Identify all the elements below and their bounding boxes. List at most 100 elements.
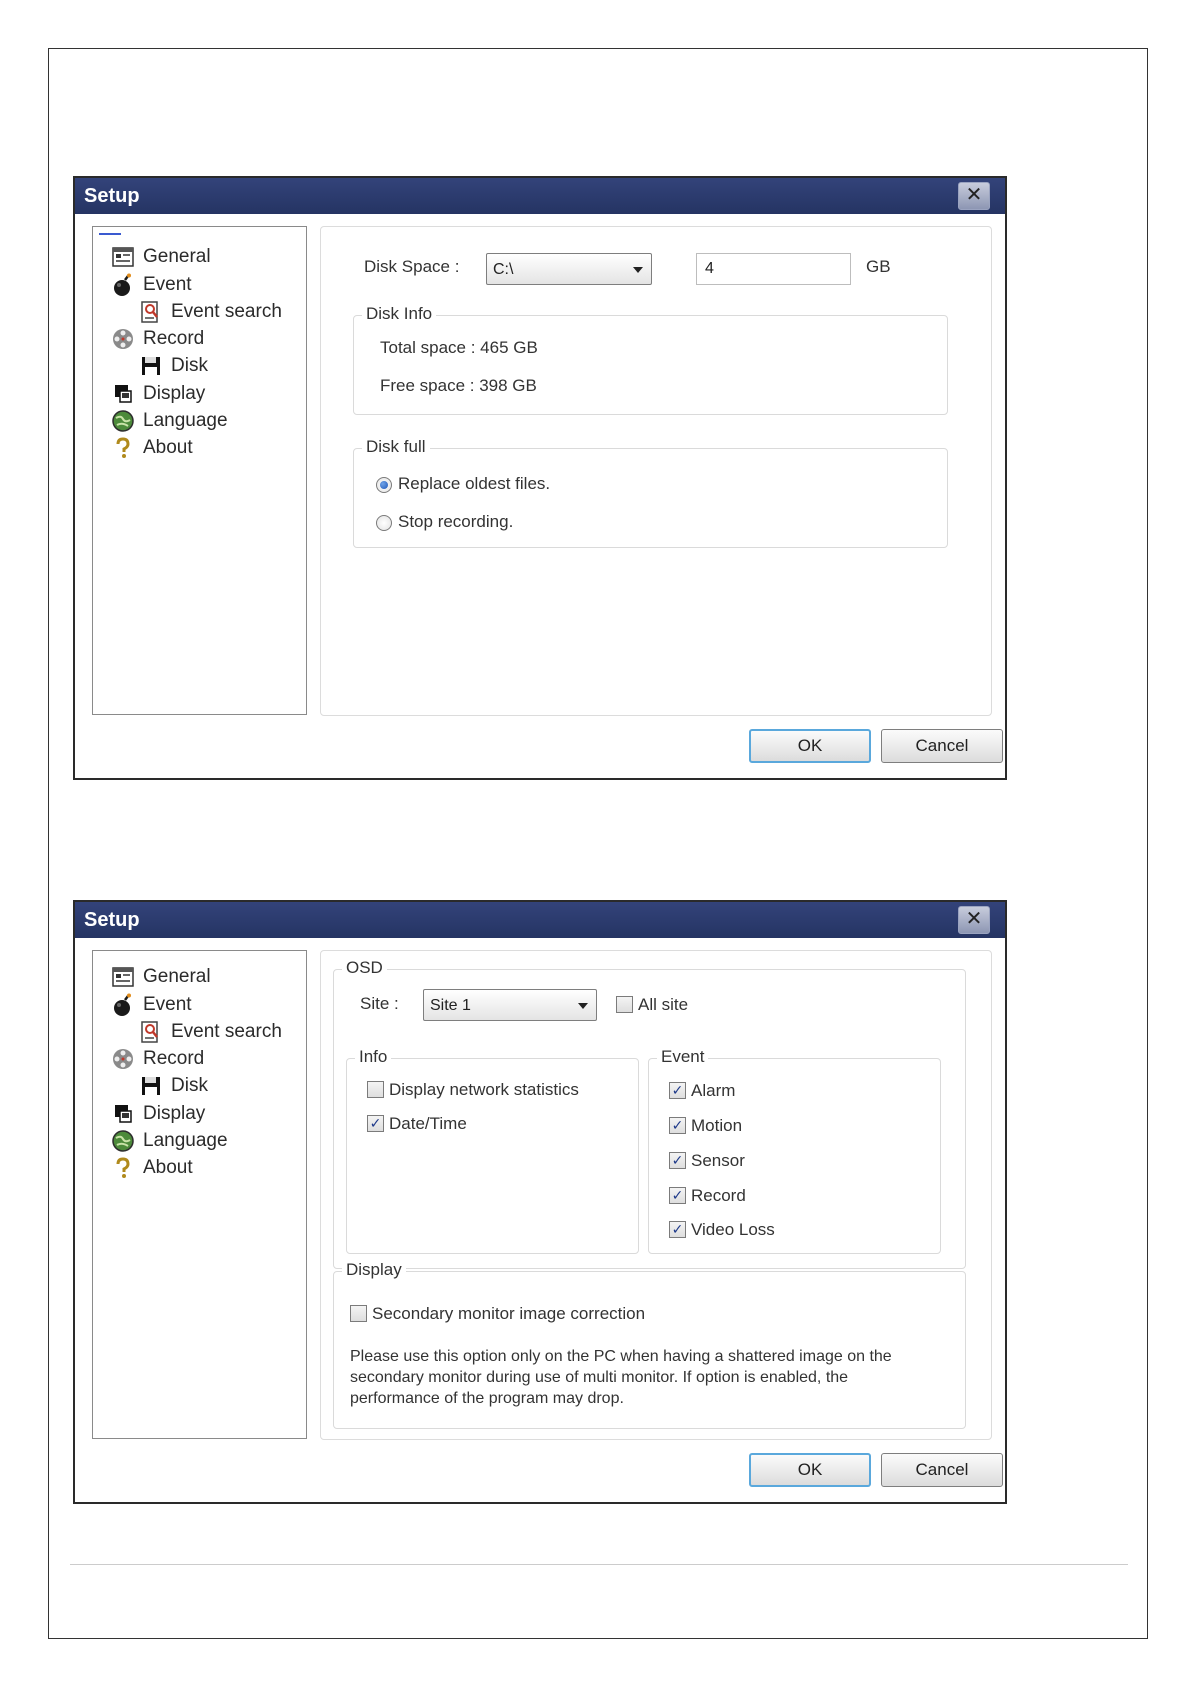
tree-item-label: General [143,246,211,267]
date-time-checkbox[interactable]: ✓ [367,1115,384,1132]
site-select[interactable]: Site 1 [423,989,597,1021]
general-doc-icon [112,247,134,267]
chevron-down-icon [578,1003,588,1009]
info-legend: Info [355,1047,392,1067]
tree-item-event[interactable]: Event [111,272,192,298]
tree-item-language[interactable]: Language [111,408,228,434]
disk-info-group: Disk Info Total space : 465 GB Free spac… [353,304,948,415]
bomb-icon [114,273,131,296]
settings-tree: General Event Event search Record Disk D… [92,950,307,1439]
setup-dialog-disk: Setup ✕ General Event Event search Recor… [73,176,1007,780]
general-doc-icon [112,967,134,987]
dialog-title: Setup [84,909,140,931]
alarm-checkbox[interactable]: ✓ [669,1082,686,1099]
tree-item-event[interactable]: Event [111,992,192,1018]
stop-recording-radio[interactable] [376,515,392,531]
network-statistics-checkbox[interactable] [367,1081,384,1098]
tree-item-record[interactable]: Record [111,1046,204,1072]
stop-recording-label[interactable]: Stop recording. [398,512,513,532]
disk-space-label: Disk Space : [364,257,460,276]
video-loss-label[interactable]: Video Loss [691,1220,775,1240]
tree-item-general[interactable]: General [111,964,211,990]
tree-item-label: About [143,437,193,458]
size-unit-label: GB [866,257,891,276]
total-space-text: Total space : 465 GB [380,338,538,357]
display-legend: Display [342,1260,406,1280]
record-checkbox[interactable]: ✓ [669,1187,686,1204]
ok-button[interactable]: OK [749,1453,871,1487]
date-time-label[interactable]: Date/Time [389,1114,467,1134]
question-mark-icon [116,437,130,458]
tree-item-about[interactable]: About [111,435,193,461]
floppy-disk-icon [142,357,160,375]
secondary-monitor-checkbox[interactable] [350,1305,367,1322]
record-label[interactable]: Record [691,1186,746,1206]
tree-item-record[interactable]: Record [111,326,204,352]
title-bar: Setup ✕ [75,902,1005,938]
cancel-button[interactable]: Cancel [881,729,1003,763]
tree-item-label: Record [143,1048,205,1069]
search-document-icon [141,301,158,323]
site-label: Site : [360,994,399,1013]
tree-item-about[interactable]: About [111,1155,193,1181]
question-mark-icon [116,1157,130,1178]
chevron-down-icon [633,267,643,273]
tree-item-label: Language [143,410,228,431]
display-note-text: Please use this option only on the PC wh… [350,1348,892,1407]
tree-item-disk[interactable]: Disk [139,353,208,379]
globe-icon [112,410,134,432]
all-site-label[interactable]: All site [638,995,688,1015]
disk-settings-panel: Disk Space : C:\ GB Disk Info Total spac… [320,226,992,716]
tree-item-display[interactable]: Display [111,1101,205,1127]
tree-item-language[interactable]: Language [111,1128,228,1154]
tree-item-label: Disk [171,355,208,376]
video-loss-checkbox[interactable]: ✓ [669,1221,686,1238]
display-group: Display Secondary monitor image correcti… [333,1260,966,1429]
search-document-icon [141,1021,158,1043]
tree-focus-mark [99,233,121,235]
bomb-icon [114,993,131,1016]
tree-item-general[interactable]: General [111,244,211,270]
free-space-text: Free space : 398 GB [380,376,537,395]
drive-select-value: C:\ [493,261,514,278]
dialog-title: Setup [84,185,140,207]
tree-item-label: Event search [171,301,282,322]
tree-item-event-search[interactable]: Event search [139,1019,282,1045]
motion-label[interactable]: Motion [691,1116,742,1136]
settings-tree: General Event Event search Record Disk D… [92,226,307,715]
motion-checkbox[interactable]: ✓ [669,1117,686,1134]
replace-oldest-label[interactable]: Replace oldest files. [398,474,550,494]
sensor-label[interactable]: Sensor [691,1151,745,1171]
film-reel-icon [113,1049,133,1069]
secondary-monitor-label[interactable]: Secondary monitor image correction [372,1304,645,1324]
tree-item-disk[interactable]: Disk [139,1073,208,1099]
sensor-checkbox[interactable]: ✓ [669,1152,686,1169]
ok-button[interactable]: OK [749,729,871,763]
replace-oldest-radio[interactable] [376,477,392,493]
drive-select[interactable]: C:\ [486,253,652,285]
tree-item-event-search[interactable]: Event search [139,299,282,325]
close-button[interactable]: ✕ [958,182,990,210]
event-legend: Event [657,1047,709,1067]
site-select-value: Site 1 [430,997,471,1014]
film-reel-icon [113,329,133,349]
disk-info-legend: Disk Info [362,304,437,324]
network-statistics-label[interactable]: Display network statistics [389,1080,579,1100]
osd-legend: OSD [342,958,387,978]
cancel-button[interactable]: Cancel [881,1453,1003,1487]
tree-item-label: Display [143,383,206,404]
tree-item-display[interactable]: Display [111,381,205,407]
disk-size-input[interactable] [696,253,851,285]
close-button[interactable]: ✕ [958,906,990,934]
tree-item-label: Event [143,274,192,295]
dialog-content: General Event Event search Record Disk D… [75,214,1005,778]
display-settings-panel: OSD Site : Site 1 All site Info Display … [320,950,992,1440]
dialog-content: General Event Event search Record Disk D… [75,938,1005,1502]
title-bar: Setup ✕ [75,178,1005,214]
tree-item-label: Record [143,328,205,349]
setup-dialog-display: Setup ✕ General Event Event search Recor… [73,900,1007,1504]
monitor-icon [115,1105,132,1123]
all-site-checkbox[interactable] [616,996,633,1013]
tree-item-label: About [143,1157,193,1178]
alarm-label[interactable]: Alarm [691,1081,735,1101]
